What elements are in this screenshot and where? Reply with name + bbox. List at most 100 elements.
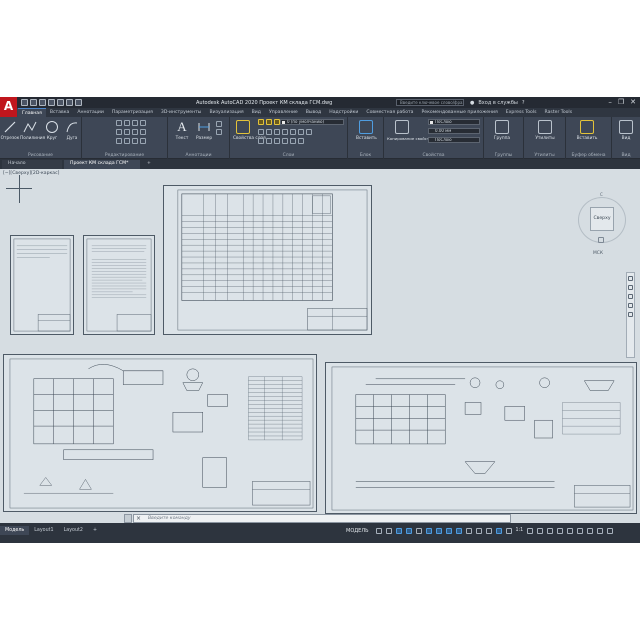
wcs-menu[interactable]: МСК bbox=[593, 251, 603, 256]
search-input[interactable]: Введите ключевое слово/фразу bbox=[396, 99, 464, 106]
isolate-objects-icon[interactable] bbox=[577, 527, 584, 534]
undo-icon[interactable] bbox=[66, 99, 73, 106]
layer-state-icon[interactable] bbox=[298, 138, 304, 144]
viewcube-top-face[interactable]: Сверху bbox=[590, 207, 614, 231]
tab-visualize[interactable]: Визуализация bbox=[205, 108, 247, 117]
table-icon[interactable] bbox=[216, 129, 222, 135]
rotate-icon[interactable] bbox=[124, 120, 130, 126]
color-dropdown[interactable]: ПоСлою bbox=[428, 119, 480, 125]
tab-insert[interactable]: Вставка bbox=[46, 108, 73, 117]
mirror-icon[interactable] bbox=[124, 129, 130, 135]
drawing-sheet-spec-table[interactable] bbox=[163, 185, 372, 335]
redo-icon[interactable] bbox=[75, 99, 82, 106]
circle-tool[interactable]: Круг bbox=[42, 120, 62, 141]
file-tab-start[interactable]: Начало bbox=[2, 160, 62, 169]
tab-parametric[interactable]: Параметризация bbox=[108, 108, 157, 117]
tab-layout1[interactable]: Layout1 bbox=[29, 526, 58, 535]
zoom-icon[interactable] bbox=[628, 294, 633, 299]
save-as-icon[interactable] bbox=[48, 99, 55, 106]
object-snap-icon[interactable] bbox=[455, 527, 462, 534]
plot-icon[interactable] bbox=[57, 99, 64, 106]
tab-layout2[interactable]: Layout2 bbox=[59, 526, 88, 535]
new-file-icon[interactable] bbox=[21, 99, 28, 106]
tab-express-tools[interactable]: Express Tools bbox=[502, 108, 541, 117]
layer-thaw-icon[interactable] bbox=[290, 129, 296, 135]
layer-on-icon[interactable] bbox=[258, 119, 264, 125]
dimension-tool[interactable]: Размер bbox=[194, 120, 214, 141]
command-line[interactable]: × Введите команду bbox=[133, 514, 511, 523]
fillet-icon[interactable] bbox=[132, 129, 138, 135]
drawing-sheet-plan-left[interactable] bbox=[3, 354, 317, 512]
polyline-tool[interactable]: Полилиния bbox=[20, 120, 45, 141]
text-tool[interactable]: A Текст bbox=[172, 120, 192, 142]
lock-ui-icon[interactable] bbox=[567, 527, 574, 534]
tab-home[interactable]: Главная bbox=[18, 108, 46, 117]
layer-lock-all-icon[interactable] bbox=[298, 129, 304, 135]
command-input[interactable]: Введите команду bbox=[148, 515, 191, 523]
tab-featured-apps[interactable]: Рекомендованные приложения bbox=[418, 108, 502, 117]
tab-view[interactable]: Вид bbox=[248, 108, 265, 117]
save-icon[interactable] bbox=[39, 99, 46, 106]
drawing-sheet-plan-right[interactable] bbox=[325, 362, 637, 514]
offset-icon[interactable] bbox=[140, 138, 146, 144]
object-snap-tracking-icon[interactable] bbox=[445, 527, 452, 534]
dynamic-input-icon[interactable] bbox=[405, 527, 412, 534]
leader-icon[interactable] bbox=[216, 121, 222, 127]
layer-delete-icon[interactable] bbox=[290, 138, 296, 144]
layer-off-icon[interactable] bbox=[282, 129, 288, 135]
transparency-icon[interactable] bbox=[475, 527, 482, 534]
units-icon[interactable] bbox=[547, 527, 554, 534]
stretch-icon[interactable] bbox=[116, 138, 122, 144]
lineweight-dropdown[interactable]: 0.00 мм bbox=[428, 128, 480, 134]
insert-block-tool[interactable]: Вставить bbox=[356, 120, 377, 141]
plus-icon[interactable] bbox=[537, 527, 544, 534]
layer-isolate-icon[interactable] bbox=[258, 129, 264, 135]
drawing-canvas[interactable]: [−][Сверху][2D-каркас] С Сверху МСК × Вв… bbox=[0, 169, 640, 523]
tab-annotate[interactable]: Аннотации bbox=[73, 108, 108, 117]
erase-icon[interactable] bbox=[140, 120, 146, 126]
infer-constraints-icon[interactable] bbox=[395, 527, 402, 534]
lineweight-icon[interactable] bbox=[465, 527, 472, 534]
tab-raster-tools[interactable]: Raster Tools bbox=[541, 108, 577, 117]
open-file-icon[interactable] bbox=[30, 99, 37, 106]
polar-tracking-icon[interactable] bbox=[425, 527, 432, 534]
grid-icon[interactable] bbox=[375, 527, 382, 534]
showmotion-icon[interactable] bbox=[628, 312, 633, 317]
layer-match-icon[interactable] bbox=[274, 129, 280, 135]
isodraft-icon[interactable] bbox=[435, 527, 442, 534]
layer-properties-tool[interactable]: Свойства слоя bbox=[233, 120, 266, 141]
linetype-dropdown[interactable]: ПоСлою bbox=[428, 137, 480, 143]
snap-icon[interactable] bbox=[385, 527, 392, 534]
tab-model[interactable]: Модель bbox=[0, 526, 30, 535]
drawing-sheet-2[interactable] bbox=[83, 235, 155, 335]
user-icon[interactable]: ● bbox=[470, 100, 474, 106]
layer-current-icon[interactable] bbox=[266, 138, 272, 144]
annotation-scale[interactable]: 1:1 bbox=[516, 528, 524, 533]
add-layout-button[interactable]: + bbox=[88, 526, 102, 535]
layer-walk-icon[interactable] bbox=[306, 129, 312, 135]
command-line-grip[interactable] bbox=[124, 514, 132, 523]
gear-icon[interactable] bbox=[527, 527, 534, 534]
auto-scale-icon[interactable] bbox=[505, 527, 512, 534]
layer-previous-icon[interactable] bbox=[258, 138, 264, 144]
explode-icon[interactable] bbox=[140, 129, 146, 135]
selection-cycling-icon[interactable] bbox=[485, 527, 492, 534]
orbit-icon[interactable] bbox=[628, 303, 633, 308]
group-tool[interactable]: Группа bbox=[492, 120, 512, 141]
minimize-icon[interactable]: – bbox=[608, 98, 612, 106]
pan-icon[interactable] bbox=[628, 285, 633, 290]
move-icon[interactable] bbox=[116, 120, 122, 126]
file-tab-document[interactable]: Проект КМ склада ГСМ* bbox=[64, 160, 140, 169]
close-icon[interactable]: ✕ bbox=[630, 98, 636, 106]
layer-unisolate-icon[interactable] bbox=[266, 129, 272, 135]
clean-screen-icon[interactable] bbox=[597, 527, 604, 534]
restore-icon[interactable]: ❐ bbox=[618, 98, 624, 106]
tab-add-ins[interactable]: Надстройки bbox=[325, 108, 362, 117]
tab-3d-tools[interactable]: 3D-инструменты bbox=[157, 108, 206, 117]
quick-properties-icon[interactable] bbox=[557, 527, 564, 534]
array-icon[interactable] bbox=[132, 138, 138, 144]
steering-wheel-icon[interactable] bbox=[628, 276, 633, 281]
close-command-line-icon[interactable]: × bbox=[136, 515, 141, 523]
layer-dropdown[interactable]: 0 (по умолчанию) bbox=[280, 119, 344, 125]
customization-menu-icon[interactable] bbox=[607, 527, 614, 534]
